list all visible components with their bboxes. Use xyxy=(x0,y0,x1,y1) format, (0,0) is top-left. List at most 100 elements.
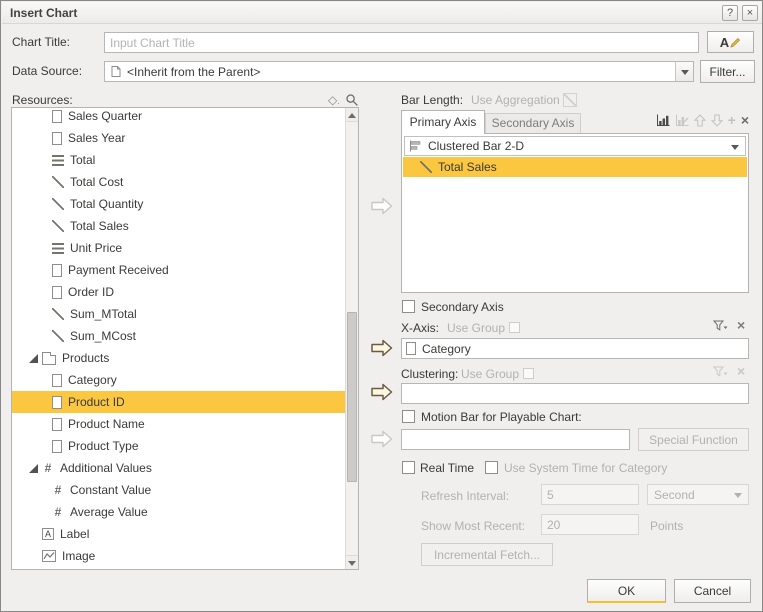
use-group-icon[interactable] xyxy=(523,368,534,379)
tab-secondary-axis[interactable]: Secondary Axis xyxy=(485,113,581,133)
chart-edit-icon[interactable] xyxy=(675,114,689,127)
add-to-x-axis-arrow-icon[interactable] xyxy=(370,339,394,357)
clustered-bar-icon xyxy=(410,140,421,152)
tree-item-payment-received[interactable]: Payment Received xyxy=(12,259,345,281)
motion-bar-input[interactable] xyxy=(401,429,630,450)
tree-item-constant-value[interactable]: Constant Value xyxy=(12,479,345,501)
titlebar[interactable]: Insert Chart ? × xyxy=(2,2,762,24)
tree-item-product-type[interactable]: Product Type xyxy=(12,435,345,457)
data-source-label: Data Source: xyxy=(12,64,83,78)
search-icon[interactable] xyxy=(345,93,359,107)
tree-scrollbar[interactable] xyxy=(345,108,358,569)
motion-bar-checkbox[interactable] xyxy=(402,410,415,423)
secondary-axis-checkbox[interactable] xyxy=(402,300,415,313)
scrollbar-thumb[interactable] xyxy=(347,312,357,482)
cancel-button[interactable]: Cancel xyxy=(674,579,751,603)
tree-item-total-sales[interactable]: Total Sales xyxy=(12,215,345,237)
series-item-total-sales[interactable]: Total Sales xyxy=(403,157,747,177)
bar-chart-icon[interactable] xyxy=(656,114,670,127)
filter-funnel-icon xyxy=(713,366,728,377)
tree-item-total-cost[interactable]: Total Cost xyxy=(12,171,345,193)
tree-item-average-value[interactable]: Average Value xyxy=(12,501,345,523)
tab-primary-axis[interactable]: Primary Axis xyxy=(401,110,485,134)
add-icon[interactable]: + xyxy=(728,113,736,127)
field-icon xyxy=(52,285,62,299)
expand-caret-icon[interactable] xyxy=(29,463,38,473)
use-aggregation-label: Use Aggregation xyxy=(471,93,560,107)
x-axis-use-group-label: Use Group xyxy=(447,321,506,335)
tree-item-additional-values[interactable]: Additional Values xyxy=(12,457,345,479)
x-axis-input[interactable]: Category xyxy=(401,338,749,359)
tree-item-product-id[interactable]: Product ID xyxy=(12,391,345,413)
close-icon[interactable]: × xyxy=(742,5,758,21)
tree-item-image[interactable]: Image xyxy=(12,545,345,567)
refresh-interval-label: Refresh Interval: xyxy=(421,489,510,503)
dropdown-arrow-icon[interactable] xyxy=(675,62,693,81)
tree-item-label[interactable]: Label xyxy=(12,523,345,545)
chart-title-input[interactable] xyxy=(104,32,699,53)
clear-icon: × xyxy=(737,363,746,379)
expand-caret-icon[interactable] xyxy=(29,353,38,363)
filter-funnel-icon[interactable] xyxy=(713,320,728,333)
help-icon[interactable]: ? xyxy=(722,5,738,21)
resources-tree[interactable]: Sales Quarter Sales Year Total Total Cos… xyxy=(11,107,359,570)
x-axis-value: Category xyxy=(422,341,471,356)
field-icon xyxy=(52,131,62,145)
dropdown-arrow-icon xyxy=(731,145,739,150)
hash-icon xyxy=(52,506,64,519)
refresh-unit-combo: Second xyxy=(647,484,749,505)
insert-chart-dialog: Insert Chart ? × Chart Title: A Data Sou… xyxy=(0,0,763,612)
tree-item-total-quantity[interactable]: Total Quantity xyxy=(12,193,345,215)
font-format-button[interactable]: A xyxy=(707,31,754,53)
move-up-icon[interactable] xyxy=(693,113,706,127)
clear-icon[interactable]: × xyxy=(737,318,745,332)
summary-diagonal-icon xyxy=(52,198,64,210)
secondary-axis-label: Secondary Axis xyxy=(421,300,504,314)
real-time-checkbox[interactable] xyxy=(402,461,415,474)
tree-item-sales-quarter[interactable]: Sales Quarter xyxy=(12,108,345,127)
field-icon xyxy=(52,417,62,431)
chart-type-combo[interactable]: Clustered Bar 2-D xyxy=(404,136,746,156)
show-most-recent-label: Show Most Recent: xyxy=(421,519,526,533)
lines-icon xyxy=(52,242,64,254)
tree-item-sales-year[interactable]: Sales Year xyxy=(12,127,345,149)
clustering-input[interactable] xyxy=(401,383,749,404)
hash-icon xyxy=(52,484,64,497)
ok-button[interactable]: OK xyxy=(587,579,666,603)
move-down-icon[interactable] xyxy=(710,114,723,127)
add-to-motion-arrow-icon[interactable] xyxy=(370,430,394,448)
summary-diagonal-icon xyxy=(52,176,64,188)
data-source-combo[interactable]: <Inherit from the Parent> xyxy=(104,61,694,82)
tree-item-unit-price[interactable]: Unit Price xyxy=(12,237,345,259)
remove-icon[interactable]: × xyxy=(741,113,749,127)
tree-item-products[interactable]: Products xyxy=(12,347,345,369)
tree-content: Sales Quarter Sales Year Total Total Cos… xyxy=(12,108,345,567)
tree-item-category[interactable]: Category xyxy=(12,369,345,391)
scroll-down-icon[interactable] xyxy=(346,555,358,569)
refresh-unit-value: Second xyxy=(654,487,695,502)
label-a-icon xyxy=(42,528,54,540)
tree-item-sum-mcost[interactable]: Sum_MCost xyxy=(12,325,345,347)
add-to-clustering-arrow-icon[interactable] xyxy=(370,383,394,401)
field-icon xyxy=(52,439,62,453)
filter-button[interactable]: Filter... xyxy=(700,60,755,83)
system-time-checkbox[interactable] xyxy=(485,461,498,474)
field-icon xyxy=(52,373,62,387)
special-function-button: Special Function xyxy=(638,428,749,451)
bar-length-label: Bar Length: xyxy=(401,93,464,107)
hash-icon xyxy=(42,462,54,475)
aggregation-icon xyxy=(563,93,577,107)
use-group-icon[interactable] xyxy=(509,322,520,333)
scroll-up-icon[interactable] xyxy=(346,108,358,122)
pencil-icon xyxy=(730,37,741,48)
tree-item-total[interactable]: Total xyxy=(12,149,345,171)
points-label: Points xyxy=(650,519,684,533)
add-to-series-arrow-icon[interactable] xyxy=(370,197,394,215)
real-time-label: Real Time xyxy=(420,461,475,475)
summary-diagonal-icon xyxy=(52,330,64,342)
tree-item-order-id[interactable]: Order ID xyxy=(12,281,345,303)
tree-item-sum-mtotal[interactable]: Sum_MTotal xyxy=(12,303,345,325)
tree-item-product-name[interactable]: Product Name xyxy=(12,413,345,435)
dropdown-arrow-icon xyxy=(734,493,742,498)
x-axis-label: X-Axis: xyxy=(401,321,440,335)
